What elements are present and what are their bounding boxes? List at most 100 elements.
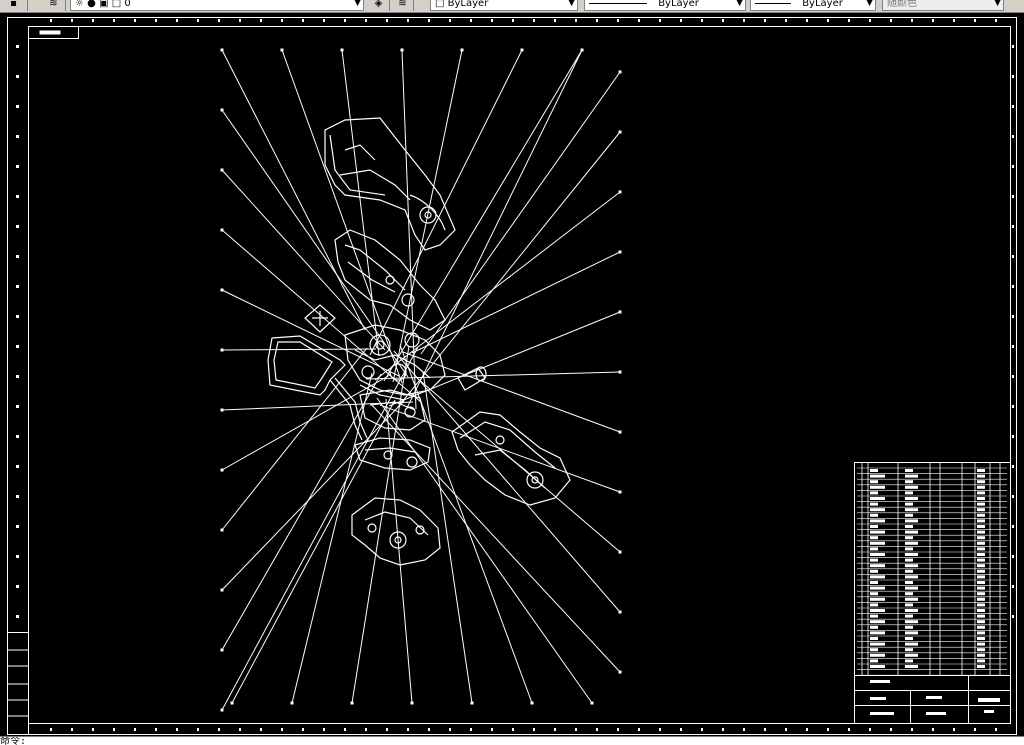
tick-mark (701, 728, 703, 731)
lineweight-dropdown[interactable]: ByLayer ▼ (750, 0, 876, 11)
balloon-dot (220, 708, 224, 712)
bom-cell-text (977, 469, 985, 472)
bom-cell-text (977, 530, 985, 534)
tick-mark (155, 728, 157, 731)
lock-icon: ▣ (99, 0, 109, 9)
bom-cell-text (905, 536, 913, 540)
tick-mark (743, 19, 745, 22)
tick-mark (155, 19, 157, 22)
layer-manager-icon[interactable]: ≋ (42, 0, 66, 11)
tick-mark (533, 728, 535, 731)
balloon-dot (280, 48, 284, 52)
bom-cell-text (870, 536, 878, 540)
tick-mark (617, 728, 619, 731)
tick-mark (491, 19, 493, 22)
tick-mark (932, 728, 934, 731)
make-layer-current-icon[interactable]: ◈ (368, 0, 390, 11)
tick-mark (680, 728, 682, 731)
tick-mark (71, 19, 73, 22)
tick-mark (197, 19, 199, 22)
leader-line (388, 311, 621, 407)
leader-line (221, 346, 419, 711)
plotstyle-dropdown[interactable]: 随颜色 ▼ (882, 0, 1004, 11)
bom-cell-text (905, 659, 913, 663)
bom-cell-text (870, 586, 885, 590)
tick-mark (218, 728, 220, 731)
tick-mark (386, 19, 388, 22)
tick-mark (218, 19, 220, 22)
leader-line (221, 348, 377, 351)
leader-line (411, 251, 621, 354)
bom-cell-text (977, 614, 985, 618)
layer-dropdown[interactable]: ☼ ● ▣ □ 0 ▼ (70, 0, 364, 11)
balloon-dot (618, 250, 622, 254)
bom-cell-text (870, 547, 878, 551)
bom-cell-text (870, 491, 878, 495)
leader-line (369, 49, 523, 356)
bom-cell-text (977, 485, 985, 489)
bom-cell-text (905, 625, 913, 629)
tick-mark (323, 19, 325, 22)
toolbar-grip-icon[interactable]: ▪ (0, 0, 28, 11)
bom-cell-text (977, 620, 985, 624)
layer-name: 0 (124, 0, 131, 9)
balloon-dot (618, 370, 622, 374)
leader-line (422, 371, 473, 704)
leader-line (341, 49, 380, 357)
bom-cell-text (870, 513, 878, 517)
layer-previous-icon[interactable]: ≋ (392, 0, 414, 11)
tick-mark (848, 19, 850, 22)
bom-cell-text (977, 609, 985, 612)
tick-mark (596, 19, 598, 22)
tick-mark (16, 435, 19, 438)
color-swatch-icon: □ (435, 0, 445, 9)
tick-mark (785, 19, 787, 22)
tick-mark (1012, 435, 1014, 438)
bom-cell-text (870, 508, 885, 512)
bom-cell-text (905, 474, 918, 478)
tick-mark (50, 728, 52, 731)
bom-cell-text (977, 541, 985, 545)
balloon-dot (618, 70, 622, 74)
tick-mark (344, 728, 346, 731)
leader-line (221, 49, 366, 331)
tick-mark (1012, 345, 1014, 348)
bom-cell-text (977, 648, 985, 652)
tick-mark (533, 19, 535, 22)
bom-cell-text (905, 575, 918, 579)
tick-mark (449, 728, 451, 731)
bom-cell-text (905, 480, 913, 484)
tick-mark (1012, 525, 1014, 528)
tick-mark (16, 615, 19, 618)
bom-cell-text (977, 603, 985, 607)
bom-cell-text (977, 525, 985, 528)
bom-cell-text (977, 502, 985, 506)
balloon-dot (220, 348, 224, 352)
bom-cell-text (905, 558, 913, 562)
balloon-dot (618, 310, 622, 314)
bom-cell-text (870, 620, 885, 624)
tick-mark (16, 45, 19, 48)
bom-cell-text (977, 659, 985, 663)
color-dropdown[interactable]: □ ByLayer ▼ (430, 0, 578, 11)
linetype-dropdown[interactable]: ByLayer ▼ (584, 0, 746, 11)
drawing-canvas[interactable] (0, 13, 1024, 736)
tick-mark (365, 19, 367, 22)
bom-cell-text (977, 653, 985, 657)
bom-cell-text (870, 558, 878, 562)
tick-mark (491, 728, 493, 731)
tick-mark (575, 728, 577, 731)
bom-cell-text (977, 581, 985, 584)
bom-cell-text (905, 525, 913, 528)
tick-mark (1012, 555, 1014, 558)
tick-mark (239, 19, 241, 22)
tick-mark (848, 728, 850, 731)
balloon-dot (290, 701, 294, 705)
tick-mark (575, 19, 577, 22)
leader-line (281, 49, 403, 384)
bom-cell-text (905, 564, 918, 568)
bom-cell-text (905, 597, 918, 601)
tick-mark (16, 75, 19, 78)
balloon-dot (230, 701, 234, 705)
bom-cell-text (905, 541, 918, 545)
